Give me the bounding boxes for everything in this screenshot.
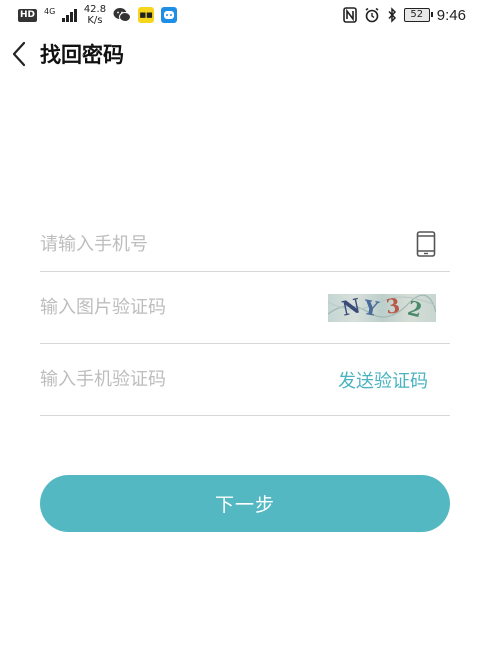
next-step-button[interactable]: 下一步 (40, 475, 450, 532)
yellow-app-icon: ■■ (138, 7, 155, 23)
sms-code-row: 发送验证码 (40, 344, 450, 416)
bluetooth-icon (388, 7, 396, 23)
sms-code-input[interactable] (40, 359, 300, 400)
alarm-icon (365, 7, 379, 23)
status-right: 52 9:46 (342, 6, 466, 24)
image-code-row: N Y 3 2 (40, 272, 450, 344)
header: 找回密码 (0, 32, 480, 76)
screen: HD 4G 42.8 K/s ■■ 52 9:46 找回密码 请输入手机号 输入… (0, 0, 480, 669)
blue-app-icon (161, 7, 178, 23)
clock: 9:46 (436, 6, 466, 24)
image-code-input[interactable] (40, 287, 300, 328)
signal-icon (62, 8, 77, 22)
back-button[interactable] (2, 32, 36, 76)
send-code-button[interactable]: 发送验证码 (338, 367, 428, 393)
status-left: HD 4G 42.8 K/s ■■ (18, 4, 178, 26)
phone-input[interactable] (40, 224, 300, 264)
network-type: 4G (44, 7, 56, 16)
phone-icon (416, 231, 436, 257)
network-speed: 42.8 K/s (84, 4, 106, 26)
speed-value: 42.8 (83, 4, 107, 15)
captcha-image[interactable]: N Y 3 2 (328, 293, 436, 322)
speed-unit: K/s (87, 15, 103, 26)
status-bar: HD 4G 42.8 K/s ■■ 52 9:46 (0, 0, 480, 30)
wechat-icon (113, 8, 132, 22)
chevron-left-icon (12, 41, 26, 67)
hd-badge: HD (18, 8, 38, 22)
reset-password-form: N Y 3 2 发送验证码 (40, 213, 450, 416)
page-title: 找回密码 (40, 43, 124, 67)
nfc-icon (342, 7, 357, 23)
battery-icon: 52 (403, 8, 433, 22)
phone-row (40, 213, 450, 272)
